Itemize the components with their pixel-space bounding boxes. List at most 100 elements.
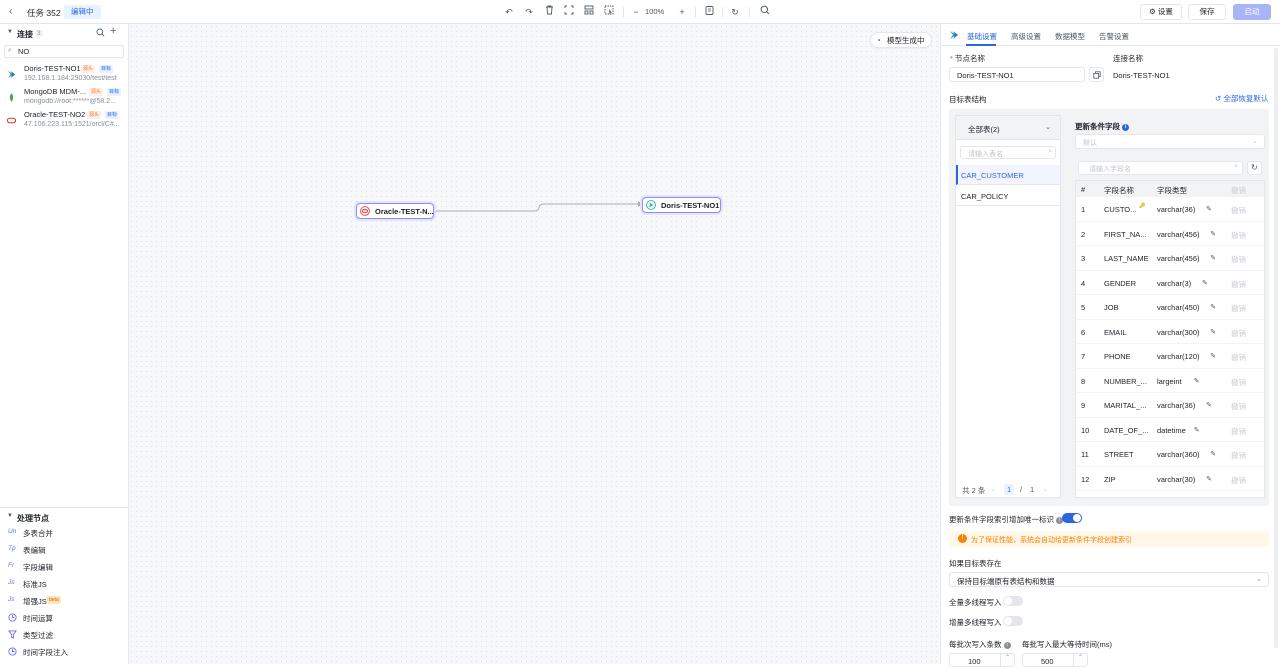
field-search-input[interactable]: 请输入字段名 ⌕ <box>1078 161 1243 175</box>
stepper-up-icon[interactable]: ⌃ <box>1000 654 1014 666</box>
batch-wait-input[interactable]: 500 ⌃ <box>1022 653 1088 667</box>
edit-icon[interactable]: ✎ <box>1210 254 1216 262</box>
revoke-button[interactable]: 撤销 <box>1231 377 1246 388</box>
revoke-button[interactable]: 撤销 <box>1231 352 1246 363</box>
chevron-down-icon: ⌄ <box>1256 576 1262 583</box>
node-type-filter[interactable]: 类型过滤 <box>0 626 128 643</box>
node-enhanced-js[interactable]: Js 增强JS beta <box>0 592 128 609</box>
tab-advanced[interactable]: 高级设置 <box>1011 31 1041 42</box>
node-standard-js[interactable]: Js 标准JS <box>0 575 128 592</box>
node-table-edit[interactable]: Tp 表编辑 <box>0 541 128 558</box>
fit-view-icon[interactable] <box>563 5 575 19</box>
connection-search-input[interactable]: ⌕ NO <box>4 45 124 58</box>
incr-multithread-toggle[interactable] <box>1003 616 1023 626</box>
field-row[interactable]: 5 JOB varchar(450) ✎ 撤销 <box>1076 295 1264 320</box>
full-multithread-toggle[interactable] <box>1003 596 1023 606</box>
field-type: varchar(3) <box>1157 278 1192 288</box>
edit-icon[interactable]: ✎ <box>1202 279 1208 287</box>
edit-icon[interactable]: ✎ <box>1210 450 1216 458</box>
tab-basic[interactable]: 基础设置 <box>967 31 997 42</box>
update-field-label: 更新条件字段 i <box>1075 121 1129 132</box>
revoke-button[interactable]: 撤销 <box>1231 450 1246 461</box>
revoke-button[interactable]: 撤销 <box>1231 279 1246 290</box>
revoke-button[interactable]: 撤销 <box>1231 328 1246 339</box>
revoke-button[interactable]: 撤销 <box>1231 426 1246 437</box>
edit-icon[interactable]: ✎ <box>1210 328 1216 336</box>
unique-index-toggle[interactable] <box>1062 513 1082 523</box>
field-row[interactable]: 8 NUMBER_... largeint ✎ 撤销 <box>1076 369 1264 393</box>
field-row[interactable]: 12 ZIP varchar(30) ✎ 撤销 <box>1076 467 1264 491</box>
edit-icon[interactable]: ✎ <box>1206 401 1212 409</box>
source-node-oracle[interactable]: Oracle-TEST-N... <box>356 203 434 219</box>
revoke-button[interactable]: 撤销 <box>1231 254 1246 265</box>
node-union[interactable]: Un 多表合并 <box>0 524 128 541</box>
tab-alert[interactable]: 告警设置 <box>1099 31 1129 42</box>
unique-index-label: 更新条件字段索引增加唯一标识 i <box>949 514 1063 525</box>
current-page[interactable]: 1 <box>1004 484 1015 495</box>
update-field-select[interactable]: 默认 ⌄ <box>1075 134 1265 149</box>
field-row[interactable]: 10 DATE_OF_... datetime ✎ 撤销 <box>1076 418 1264 442</box>
search-icon[interactable] <box>96 28 106 38</box>
table-search-input[interactable]: 请输入表名 ⌕ <box>960 146 1056 159</box>
restore-defaults-link[interactable]: ↺ 全部恢复默认 <box>1215 93 1268 104</box>
add-connection-icon[interactable]: + <box>110 25 116 37</box>
node-name-input[interactable]: Doris-TEST-NO1 <box>949 67 1085 82</box>
batch-count-input[interactable]: 100 ⌃ <box>949 653 1015 667</box>
field-row[interactable]: 1 CUSTO... 🔑 varchar(36) ✎ 撤销 <box>1076 197 1264 222</box>
auto-layout-icon[interactable] <box>583 5 595 19</box>
clipboard-icon[interactable] <box>703 5 715 19</box>
target-node-doris[interactable]: Doris-TEST-NO1 <box>642 197 721 213</box>
if-exists-select[interactable]: 保持目标端原有表结构和数据 ⌄ <box>949 572 1269 587</box>
field-row[interactable]: 11 STREET varchar(360) ✎ 撤销 <box>1076 442 1264 467</box>
revoke-button[interactable]: 撤销 <box>1231 401 1246 412</box>
edit-icon[interactable]: ✎ <box>1210 303 1216 311</box>
table-row[interactable]: CAR_CUSTOMER <box>956 165 1060 185</box>
redo-icon[interactable]: ↷ <box>523 5 535 19</box>
connection-item[interactable]: Oracle-TEST-NO2 源头 目标 47.106.223.115:152… <box>0 110 128 133</box>
prev-page-icon[interactable]: ‹ <box>992 485 995 494</box>
connection-item[interactable]: Doris-TEST-NO1 源头 目标 192.168.1.184:29030… <box>0 64 128 87</box>
edit-icon[interactable]: ✎ <box>1206 475 1212 483</box>
tab-data-model[interactable]: 数据模型 <box>1055 31 1085 42</box>
settings-button[interactable]: ⚙ 设置 <box>1140 4 1182 20</box>
edit-icon[interactable]: ✎ <box>1210 352 1216 360</box>
dag-canvas[interactable]: ◔ 模型生成中 Oracle-TEST-N... Doris-TEST-NO1 <box>129 24 940 664</box>
undo-icon[interactable]: ↶ <box>503 5 515 19</box>
zoom-out-icon[interactable]: − <box>630 5 642 19</box>
edit-icon[interactable]: ✎ <box>1210 230 1216 238</box>
refresh-fields-button[interactable]: ↻ <box>1247 161 1262 175</box>
field-row[interactable]: 4 GENDER varchar(3) ✎ 撤销 <box>1076 271 1264 295</box>
node-time-field-inject[interactable]: 时间字段注入 <box>0 643 128 660</box>
connection-item[interactable]: MongoDB MDM-... 源头 目标 mongodb://root:***… <box>0 87 128 110</box>
revoke-button[interactable]: 撤销 <box>1231 205 1246 216</box>
node-time-calc[interactable]: 时间运算 <box>0 609 128 626</box>
start-button[interactable]: 启动 <box>1233 4 1271 20</box>
field-row[interactable]: 2 FIRST_NA... varchar(456) ✎ 撤销 <box>1076 222 1264 246</box>
node-field-edit[interactable]: Fr 字段编辑 <box>0 558 128 575</box>
refresh-icon[interactable]: ↻ <box>729 5 741 19</box>
next-page-icon[interactable]: › <box>1044 485 1047 494</box>
field-row[interactable]: 6 EMAIL varchar(300) ✎ 撤销 <box>1076 320 1264 344</box>
revoke-button[interactable]: 撤销 <box>1231 475 1246 486</box>
field-row[interactable]: 9 MARITAL_... varchar(36) ✎ 撤销 <box>1076 393 1264 418</box>
all-tables-dropdown[interactable]: 全部表(2) ⌄ <box>956 116 1060 140</box>
connections-header[interactable]: ▼ 连接 3 <box>0 26 128 42</box>
field-row[interactable]: 3 LAST_NAME varchar(456) ✎ 撤销 <box>1076 246 1264 271</box>
search-icon[interactable] <box>759 5 771 19</box>
search-icon: ⌕ <box>8 47 12 54</box>
edit-icon[interactable]: ✎ <box>1194 377 1200 385</box>
back-arrow-icon[interactable]: ‹ <box>9 6 19 18</box>
field-row[interactable]: 7 PHONE varchar(120) ✎ 撤销 <box>1076 344 1264 369</box>
stepper-up-icon[interactable]: ⌃ <box>1073 654 1087 666</box>
select-mode-icon[interactable] <box>603 5 615 19</box>
copy-button[interactable] <box>1089 67 1104 82</box>
panel-scrollbar[interactable] <box>1274 48 1278 648</box>
delete-icon[interactable] <box>543 5 555 19</box>
save-button[interactable]: 保存 <box>1188 4 1226 20</box>
edit-icon[interactable]: ✎ <box>1194 426 1200 434</box>
zoom-in-icon[interactable]: + <box>676 5 688 19</box>
revoke-button[interactable]: 撤销 <box>1231 230 1246 241</box>
edit-icon[interactable]: ✎ <box>1206 205 1212 213</box>
revoke-button[interactable]: 撤销 <box>1231 303 1246 314</box>
table-row[interactable]: CAR_POLICY <box>956 186 1060 206</box>
